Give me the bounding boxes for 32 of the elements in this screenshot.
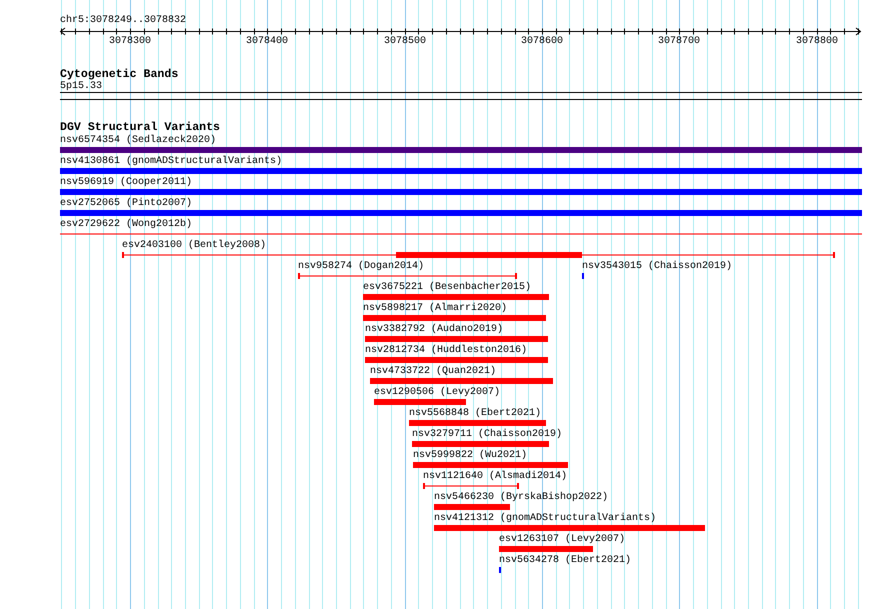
variant-label: nsv5568848 (Ebert2021) [409,408,542,419]
variant-label: nsv6574354 (Sedlazeck2020) [60,135,216,146]
variant-label: nsv3543015 (Chaisson2019) [582,261,732,272]
variant-label: nsv4733722 (Quan2021) [370,366,496,377]
tick-label: 3078500 [384,36,426,47]
variant-label: nsv4130861 (gnomADStructuralVariants) [60,156,282,167]
variant-label: esv1290506 (Levy2007) [374,387,500,398]
variant-label: nsv596919 (Cooper2011) [60,177,192,188]
variant-label: esv2403100 (Bentley2008) [122,240,266,251]
variant-label: nsv3279711 (Chaisson2019) [412,429,562,440]
tick-label: 3078600 [521,36,564,47]
variant-label: nsv5999822 (Wu2021) [413,450,528,461]
variant-label: nsv5898217 (Almarri2020) [363,303,508,314]
variant-label: nsv958274 (Dogan2014) [298,261,424,272]
tick-label: 3078400 [246,36,288,47]
variant-label: esv1263107 (Levy2007) [499,534,626,545]
variant-label: nsv2812734 (Huddleston2016) [365,345,528,356]
variant-label: esv2729622 (Wong2012b) [60,219,192,230]
variant-label: esv3675221 (Besenbacher2015) [363,282,532,293]
track-title: Cytogenetic Bands [60,68,178,81]
band-label: 5p15.33 [60,81,102,92]
variant-label: nsv1121640 (Alsmadi2014) [423,471,568,482]
variant-label: nsv3382792 (Audano2019) [365,324,504,335]
variant-label: esv2752065 (Pinto2007) [60,198,192,209]
location-label: chr5:3078249..3078832 [60,15,186,26]
tick-label: 3078800 [796,36,838,47]
tick-label: 3078700 [658,36,700,47]
tick-label: 3078300 [109,36,152,47]
track-title: DGV Structural Variants [60,122,220,134]
variant-label: nsv5466230 (ByrskaBishop2022) [434,492,608,503]
variant-label: nsv5634278 (Ebert2021) [499,555,632,566]
variant-label: nsv4121312 (gnomADStructuralVariants) [434,513,656,524]
